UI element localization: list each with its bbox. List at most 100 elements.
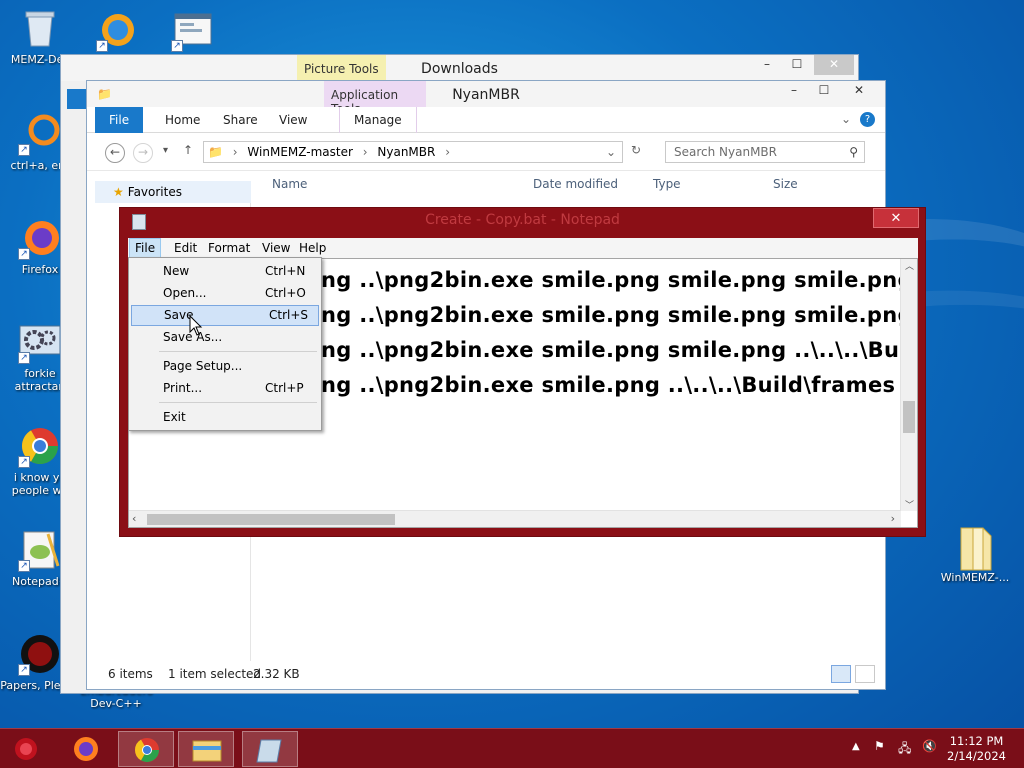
back-button[interactable]: ← [105,143,125,163]
desktop-icon-app[interactable]: ↗ [78,8,158,55]
taskbar-file-explorer[interactable] [178,731,234,767]
ribbon-tab-manage[interactable]: Manage [339,107,417,133]
clock[interactable]: 11:12 PM 2/14/2024 [947,734,1006,764]
minimize-button[interactable]: – [779,81,809,101]
forward-button[interactable]: → [133,143,153,163]
status-size: 2.32 KB [253,667,300,681]
refresh-icon[interactable]: ↻ [631,143,641,157]
breadcrumb-chevron-icon[interactable]: › [233,145,238,159]
shortcut-arrow-icon: ↗ [96,40,108,52]
status-item-count: 6 items [108,667,153,681]
menu-item-open[interactable]: Open... Ctrl+O [131,283,319,304]
clock-time: 11:12 PM [949,734,1004,748]
nav-item-favorites[interactable]: ★ Favorites [95,181,251,203]
up-button[interactable]: ↑ [183,143,193,157]
volume-muted-icon[interactable]: 🔇 [922,739,937,768]
horizontal-scrollbar[interactable]: ‹ › [129,510,901,527]
scroll-left-icon[interactable]: ‹ [132,512,136,525]
desktop-icon-document[interactable]: ↗ [153,8,233,55]
taskbar-firefox[interactable] [58,731,114,767]
address-bar-row: ← → ▾ ↑ 📁 › WinMEMZ-master › NyanMBR › ⌄… [87,133,885,171]
ribbon-tab-view[interactable]: View [265,107,321,133]
window-title: Create - Copy.bat - Notepad [425,212,620,228]
recent-locations-icon[interactable]: ▾ [163,145,168,156]
vertical-scrollbar[interactable]: ︿ ﹀ [900,259,917,511]
menu-edit[interactable]: Edit [169,238,202,258]
scroll-down-icon[interactable]: ﹀ [905,498,914,511]
column-header-size[interactable]: Size [773,177,798,191]
close-button[interactable]: ✕ [839,81,879,101]
file-tab-edge [67,89,87,109]
horizontal-scroll-thumb[interactable] [147,514,395,525]
breadcrumb-chevron-icon[interactable]: › [445,145,450,159]
menu-view[interactable]: View [257,238,295,258]
desktop-icon-winmemz-folder[interactable]: WinMEMZ-... [934,524,1016,584]
ribbon-tab-share[interactable]: Share [209,107,272,133]
chrome-icon [135,738,159,763]
vertical-scroll-thumb[interactable] [903,401,915,433]
address-dropdown-icon[interactable]: ⌄ [606,142,616,162]
column-header-name[interactable]: Name [272,177,307,191]
mouse-cursor-icon [189,315,203,336]
star-icon: ★ [113,185,124,199]
taskbar-chrome[interactable] [118,731,174,767]
menu-item-exit[interactable]: Exit [131,407,319,428]
maximize-button[interactable]: ☐ [782,55,812,75]
column-header-type[interactable]: Type [653,177,681,191]
ribbon-tab-file[interactable]: File [95,107,144,133]
scroll-right-icon[interactable]: › [891,512,895,525]
folder-icon [192,740,222,762]
breadcrumb-item[interactable]: NyanMBR [377,145,435,159]
menu-file[interactable]: File [129,238,162,258]
taskbar-notepad[interactable] [242,731,298,767]
start-button[interactable] [0,731,54,767]
details-view-icon[interactable] [831,665,851,683]
papers-please-icon: ↗ [18,632,62,676]
shortcut-arrow-icon: ↗ [171,40,183,52]
menu-item-page-setup[interactable]: Page Setup... [131,356,319,377]
menu-item-new[interactable]: New Ctrl+N [131,261,319,282]
menu-item-save[interactable]: Save Ctrl+S [131,305,319,326]
title-bar[interactable]: Picture Tools Downloads – ☐ ✕ [61,55,858,81]
menu-separator [159,351,317,352]
notepad-icon [256,739,282,763]
app-icon: ↗ [96,8,140,52]
breadcrumb-item[interactable]: WinMEMZ-master [247,145,353,159]
ribbon-expand-icon[interactable]: ⌄ [841,112,851,126]
taskbar: ▲ ⚑ 🖧 🔇 11:12 PM 2/14/2024 [0,728,1024,768]
minimize-button[interactable]: – [752,55,782,75]
text-line: ng ..\png2bin.exe smile.png smile.png sm… [321,303,918,327]
title-bar[interactable]: 📁 Application Tools NyanMBR – ☐ ✕ [87,81,885,116]
show-hidden-icons-icon[interactable]: ▲ [852,741,860,768]
address-box[interactable]: 📁 › WinMEMZ-master › NyanMBR › ⌄ [203,141,623,163]
menu-separator [159,402,317,403]
ring-icon: ↗ [18,112,62,156]
search-icon: ⚲ [849,145,858,159]
menu-bar: File Edit Format View Help [128,238,918,258]
window-icon: ↗ [171,8,215,52]
column-header-date-modified[interactable]: Date modified [533,177,618,191]
help-icon[interactable]: ? [860,112,875,127]
network-icon[interactable]: 🖧 [898,739,911,768]
recycle-bin-icon [18,6,62,50]
chrome-icon: ↗ [18,424,62,468]
text-line: ng ..\png2bin.exe smile.png smile.png ..… [321,338,900,362]
large-icons-view-icon[interactable] [855,665,875,683]
shortcut-arrow-icon: ↗ [18,560,30,572]
folder-icon: 📁 [208,145,223,159]
shortcut-arrow-icon: ↗ [18,456,30,468]
menu-item-save-as[interactable]: Save As... [131,327,319,348]
maximize-button[interactable]: ☐ [809,81,839,101]
close-button[interactable]: ✕ [814,55,854,75]
close-button[interactable]: ✕ [873,208,919,228]
status-selection: 1 item selected [168,667,262,681]
shortcut-arrow-icon: ↗ [18,664,30,676]
ribbon-tab-home[interactable]: Home [151,107,214,133]
menu-help[interactable]: Help [294,238,331,258]
search-input[interactable]: Search NyanMBR ⚲ [665,141,865,163]
action-center-flag-icon[interactable]: ⚑ [874,739,885,768]
menu-format[interactable]: Format [203,238,255,258]
scroll-up-icon[interactable]: ︿ [905,259,914,272]
menu-item-print[interactable]: Print... Ctrl+P [131,378,319,399]
breadcrumb-chevron-icon[interactable]: › [363,145,368,159]
